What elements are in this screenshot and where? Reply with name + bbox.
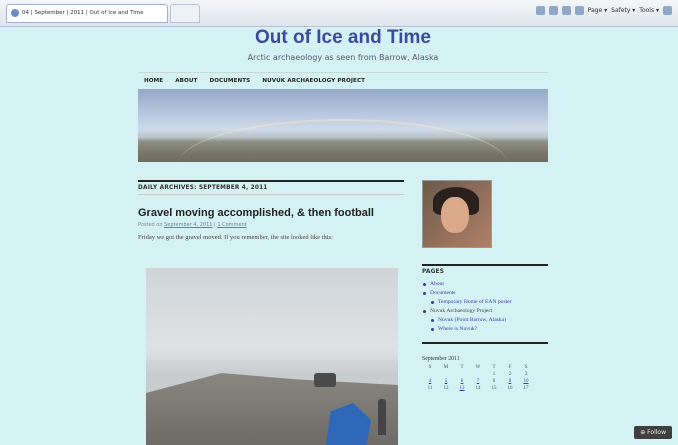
calendar-weekday: S [428, 365, 432, 370]
favicon-icon [11, 8, 19, 17]
page-link-nuvuk-point-barrow[interactable]: Nuvuk (Point Barrow, Alaska) [422, 317, 548, 323]
calendar-week: 11 12 13 14 15 16 17 [422, 385, 534, 392]
calendar-weekday: W [475, 365, 481, 370]
site-title[interactable]: Out of Ice and Time [138, 27, 548, 49]
print-icon[interactable] [574, 6, 584, 15]
calendar-day: 16 [507, 386, 513, 391]
calendar-day[interactable]: 4 [422, 378, 438, 385]
post-meta-prefix: Posted on [138, 222, 163, 228]
page-link-where-is-nuvuk[interactable]: Where is Nuvuk? [422, 326, 548, 332]
sidebar: PAGES About Documents Temporary Home of … [422, 180, 548, 392]
calendar-day: 8 [492, 379, 496, 384]
calendar-day[interactable]: 5 [438, 378, 454, 385]
browser-tab[interactable]: 04 | September | 2011 | Out of Ice and T… [6, 4, 168, 23]
pages-heading: PAGES [422, 264, 548, 275]
main-content: DAILY ARCHIVES: SEPTEMBER 4, 2011 Gravel… [138, 180, 404, 241]
nav-documents[interactable]: DOCUMENTS [203, 73, 256, 89]
calendar-week: 4 5 6 7 8 9 10 [422, 378, 534, 385]
calendar-weekday: M [443, 365, 449, 370]
calendar-day: 2 [508, 372, 512, 377]
page-link-ean-poster[interactable]: Temporary Home of EAN poster [422, 299, 548, 305]
help-icon[interactable] [663, 6, 672, 15]
calendar-day[interactable]: 9 [502, 378, 518, 385]
calendar-day: 17 [523, 386, 529, 391]
web-page: Out of Ice and Time Arctic archaeology a… [0, 27, 678, 445]
calendar-weekday: T [460, 365, 464, 370]
tab-title: 04 | September | 2011 | Out of Ice and T… [22, 10, 144, 16]
post-date-link[interactable]: September 4, 2011 [164, 222, 212, 228]
calendar-divider [422, 342, 548, 344]
calendar-weekday: F [508, 365, 512, 370]
calendar-day: 14 [475, 386, 481, 391]
calendar-day[interactable]: 7 [470, 378, 486, 385]
calendar-weekday-row: SMTWTFS [422, 364, 534, 371]
avatar-face [441, 197, 469, 233]
calendar-day[interactable]: 13 [454, 385, 470, 392]
page-menu[interactable]: Page ▾ [588, 7, 607, 14]
author-avatar [422, 180, 492, 248]
nav-about[interactable]: ABOUT [169, 73, 203, 89]
calendar-day [454, 371, 470, 378]
safety-menu[interactable]: Safety ▾ [611, 7, 635, 14]
page-item-nuvuk-project: Nuvuk Archaeology Project [422, 308, 548, 314]
rainbow-graphic [178, 119, 508, 162]
calendar-day [470, 371, 486, 378]
calendar-table: SMTWTFS 1 2 3 4 5 6 7 8 9 10 11 12 13 14 15 16 17 [422, 364, 534, 392]
page-link-about[interactable]: About [422, 281, 548, 287]
person-figure [378, 399, 386, 435]
calendar-day: 1 [492, 372, 496, 377]
calendar-day: 15 [491, 386, 497, 391]
nav-home[interactable]: HOME [138, 73, 169, 89]
mail-icon[interactable] [561, 6, 571, 15]
follow-button[interactable]: ⊕ Follow [634, 426, 672, 439]
calendar-day: 3 [524, 372, 528, 377]
nav-nuvuk-project[interactable]: NUVUK ARCHAEOLOGY PROJECT [256, 73, 371, 89]
post-body: Friday we got the gravel moved. If you r… [138, 234, 333, 241]
main-nav: HOME ABOUT DOCUMENTS NUVUK ARCHAEOLOGY P… [138, 72, 548, 89]
calendar-day [438, 371, 454, 378]
page-link-documents[interactable]: Documents [422, 290, 548, 296]
header-banner-image [138, 89, 548, 162]
atv-vehicle [314, 373, 336, 387]
new-tab-button[interactable] [170, 4, 200, 23]
command-bar: Page ▾ Safety ▾ Tools ▾ [535, 6, 672, 15]
calendar-week: 1 2 3 [422, 371, 534, 378]
calendar-title: September 2011 [422, 356, 460, 362]
post-title[interactable]: Gravel moving accomplished, & then footb… [138, 207, 404, 219]
calendar-day[interactable]: 10 [518, 378, 534, 385]
calendar-day[interactable]: 6 [454, 378, 470, 385]
site-tagline: Arctic archaeology as seen from Barrow, … [247, 53, 439, 62]
archive-heading: DAILY ARCHIVES: SEPTEMBER 4, 2011 [138, 180, 404, 195]
calendar-weekday: S [524, 365, 528, 370]
calendar-day: 11 [427, 386, 433, 391]
pages-list: About Documents Temporary Home of EAN po… [422, 281, 548, 332]
feeds-icon[interactable] [548, 6, 558, 15]
tools-menu[interactable]: Tools ▾ [639, 7, 659, 14]
calendar-day: 12 [443, 386, 449, 391]
post-photo [146, 268, 398, 445]
calendar-day [422, 371, 438, 378]
calendar-weekday: T [492, 365, 496, 370]
calendar-body: 1 2 3 4 5 6 7 8 9 10 11 12 13 14 15 16 17 [422, 371, 534, 392]
post-meta-separator: | [214, 222, 216, 228]
browser-toolbar: 04 | September | 2011 | Out of Ice and T… [0, 0, 678, 27]
post-meta: Posted on September 4, 2011 | 1 Comment [138, 222, 404, 228]
home-icon[interactable] [535, 6, 545, 15]
post-comment-link[interactable]: 1 Comment [217, 222, 246, 228]
